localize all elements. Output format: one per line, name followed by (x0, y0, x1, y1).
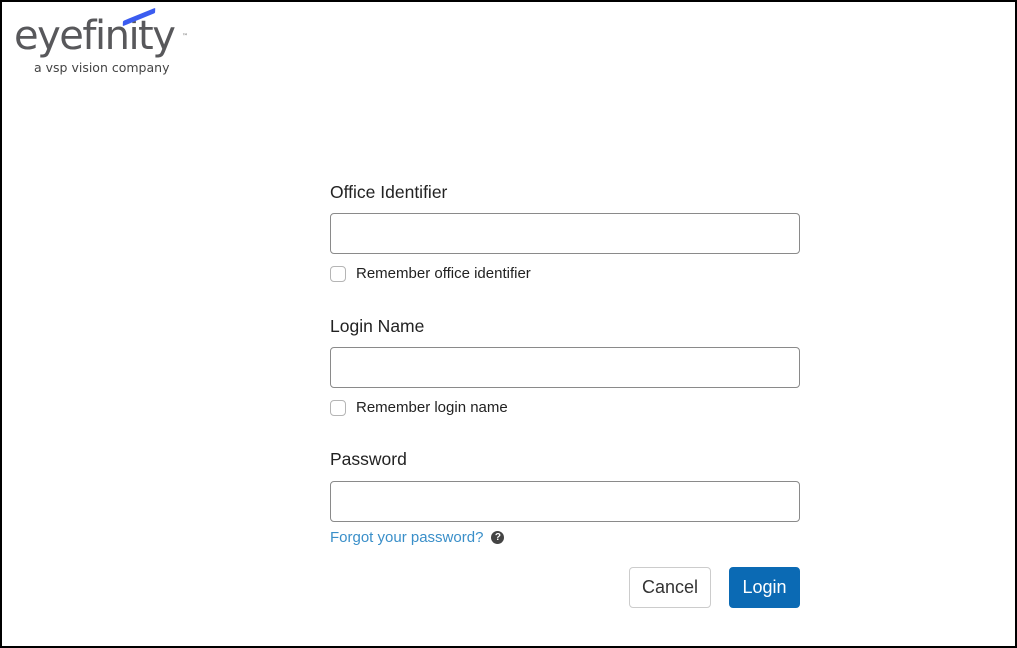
password-input[interactable] (330, 481, 800, 522)
forgot-password-row: Forgot your password? ? (330, 529, 505, 546)
help-icon[interactable]: ? (491, 531, 505, 544)
remember-office-identifier-checkbox[interactable] (330, 265, 346, 282)
logo-wordmark: eyefinity ™ (14, 7, 188, 56)
login-name-input[interactable] (330, 347, 800, 388)
office-identifier-input[interactable] (330, 213, 800, 254)
remember-login-name-checkbox[interactable] (330, 399, 346, 416)
remember-login-name-label[interactable]: Remember login name (356, 399, 508, 416)
remember-login-name[interactable]: Remember login name (330, 399, 508, 416)
logo-tagline: a vsp vision company (34, 60, 170, 75)
forgot-password-link[interactable]: Forgot your password? (330, 529, 483, 546)
remember-office-identifier-label[interactable]: Remember office identifier (356, 265, 531, 282)
page-frame: eyefinity ™ a vsp vision company Office … (0, 0, 1017, 648)
password-label: Password (330, 449, 407, 469)
login-name-label: Login Name (330, 316, 425, 336)
cancel-button[interactable]: Cancel (629, 567, 711, 608)
login-button[interactable]: Login (729, 567, 800, 608)
remember-office-identifier[interactable]: Remember office identifier (330, 265, 531, 282)
eyefinity-logo: eyefinity ™ a vsp vision company (14, 7, 188, 75)
logo-trademark: ™ (182, 33, 188, 40)
office-identifier-label: Office Identifier (330, 182, 448, 202)
